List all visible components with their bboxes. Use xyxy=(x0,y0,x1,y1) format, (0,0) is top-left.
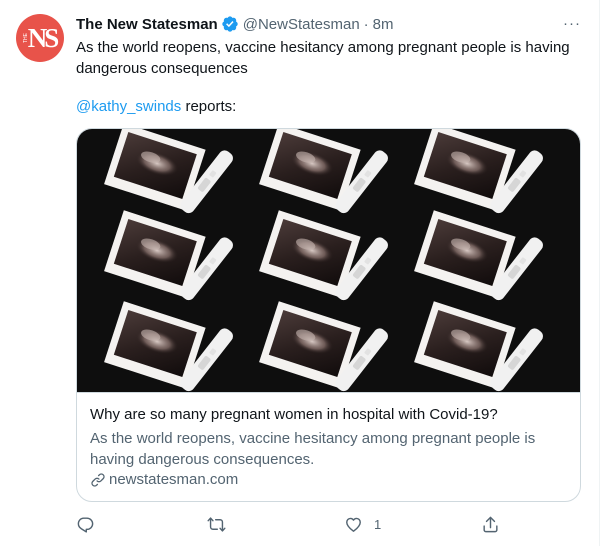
display-name[interactable]: The New Statesman xyxy=(76,16,218,33)
tweet-text: As the world reopens, vaccine hesitancy … xyxy=(76,39,570,77)
tweet-header: The New Statesman @NewStatesman · 8m xyxy=(76,14,394,34)
tweet-reports-line: @kathy_swinds reports: xyxy=(76,96,236,117)
verified-badge-icon xyxy=(222,16,238,32)
card-divider xyxy=(77,392,580,393)
more-options-icon[interactable]: ··· xyxy=(560,12,584,34)
card-domain-text: newstatesman.com xyxy=(109,471,239,488)
avatar[interactable]: THE NS xyxy=(16,14,64,62)
avatar-letters: NS xyxy=(27,22,59,53)
retweet-button[interactable] xyxy=(207,512,226,536)
share-icon xyxy=(483,516,498,532)
card-image[interactable] xyxy=(77,129,580,392)
retweet-icon xyxy=(207,516,226,532)
action-bar: 1 xyxy=(76,512,506,536)
mention-link[interactable]: @kathy_swinds xyxy=(76,98,181,115)
like-button[interactable]: 1 xyxy=(344,512,381,536)
card-domain: newstatesman.com xyxy=(90,470,238,490)
tweet[interactable]: THE NS The New Statesman @NewStatesman ·… xyxy=(0,0,600,546)
handle[interactable]: @NewStatesman xyxy=(243,16,360,33)
ultrasound-pattern-image xyxy=(104,129,546,392)
reply-icon xyxy=(77,516,94,533)
like-count: 1 xyxy=(374,516,382,532)
share-button[interactable] xyxy=(481,512,500,536)
heart-icon xyxy=(346,517,361,532)
link-icon xyxy=(91,473,105,487)
separator-dot: · xyxy=(363,15,369,33)
timestamp[interactable]: 8m xyxy=(373,16,394,33)
link-card[interactable]: Why are so many pregnant women in hospit… xyxy=(76,128,581,502)
card-description: As the world reopens, vaccine hesitancy … xyxy=(90,430,536,468)
reply-button[interactable] xyxy=(76,512,95,536)
card-title: Why are so many pregnant women in hospit… xyxy=(90,406,498,423)
reports-text: reports: xyxy=(181,98,237,115)
